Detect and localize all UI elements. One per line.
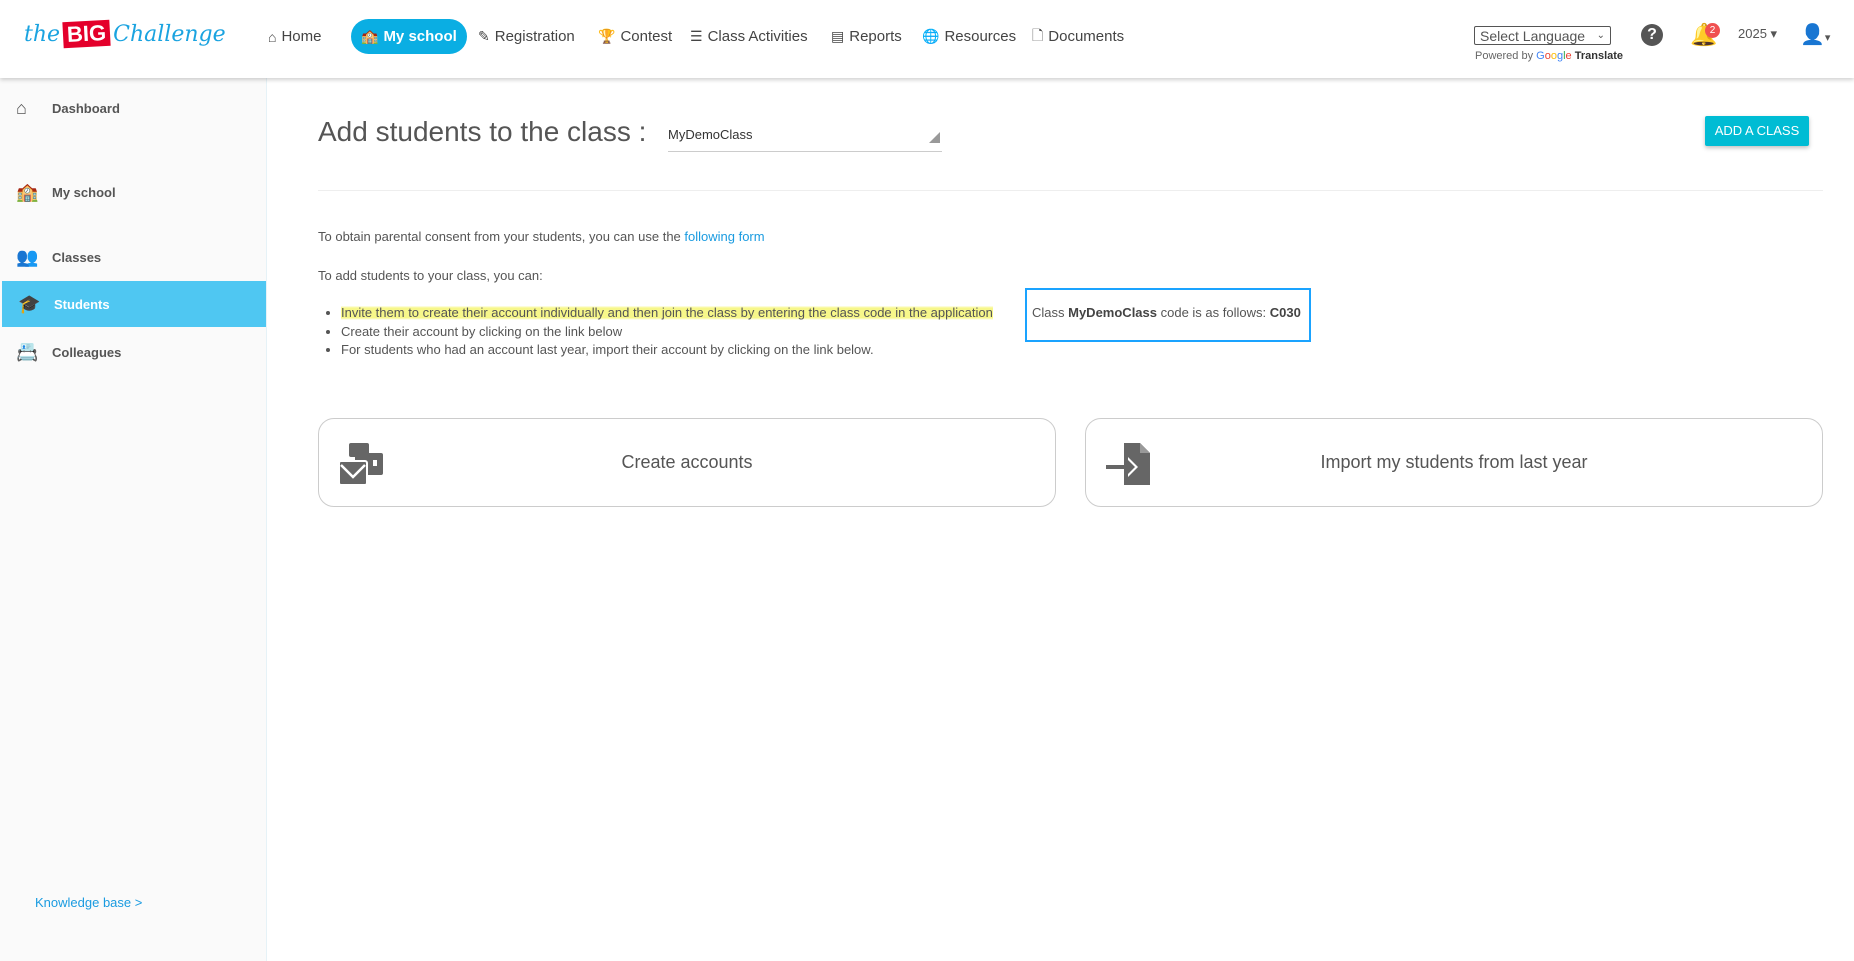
user-menu[interactable]: 👤▾ [1800,22,1830,47]
nav-registration[interactable]: ✎ Registration [478,19,575,54]
nav-documents[interactable]: 🗋 Documents [1032,19,1124,54]
list-item: For students who had an account last yea… [341,341,993,360]
list-icon: ☰ [690,28,703,44]
google-translate-attribution: Powered by Google Translate [1475,50,1624,62]
nav-my-school[interactable]: 🏫 My school [351,19,467,54]
sidebar-item-colleagues[interactable]: 📇 Colleagues [0,329,266,375]
address-book-icon: 📇 [16,341,39,362]
edit-icon: ✎ [478,28,490,44]
dropdown-arrow-icon [929,132,940,143]
notification-badge: 2 [1705,23,1720,38]
sidebar-item-my-school[interactable]: 🏫 My school [0,169,266,215]
list-item: Create their account by clicking on the … [341,323,993,342]
class-code: C030 [1269,305,1301,320]
language-select[interactable]: Select Language ⌄ [1474,26,1611,45]
add-class-button[interactable]: ADD A CLASS [1705,116,1809,146]
create-accounts-icon [339,443,383,485]
sidebar: ⌂ Dashboard 🏫 My school 👥 Classes 🎓 Students… [0,78,267,961]
trophy-icon: 🏆 [598,28,616,44]
year-dropdown[interactable]: 2025 ▾ [1738,26,1777,42]
nav-contest[interactable]: 🏆 Contest [598,19,672,54]
school-icon: 🏫 [361,28,379,44]
home-icon: ⌂ [268,28,277,45]
list-item: Invite them to create their account indi… [341,304,993,323]
user-icon: 👤 [1800,24,1825,46]
file-icon: ▤ [831,28,845,44]
nav-home[interactable]: ⌂ Home [268,19,321,54]
options-list: Invite them to create their account indi… [341,304,993,360]
big-challenge-logo[interactable]: the BIG Challenge [24,18,226,50]
graduate-icon: 🎓 [18,293,41,314]
nav-reports[interactable]: ▤ Reports [831,19,902,54]
consent-text: To obtain parental consent from your stu… [318,229,765,244]
knowledge-base-link[interactable]: Knowledge base > [35,895,142,910]
divider [318,190,1823,191]
top-header: the BIG Challenge ⌂ Home 🏫 My school ✎ Regist… [0,0,1854,78]
sidebar-item-classes[interactable]: 👥 Classes [0,234,266,280]
create-accounts-button[interactable]: Create accounts [318,418,1056,507]
class-select[interactable]: MyDemoClass [668,124,942,152]
following-form-link[interactable]: following form [684,229,764,244]
home-icon: ⌂ [16,97,27,118]
file-import-icon [1106,443,1150,485]
import-students-button[interactable]: Import my students from last year [1085,418,1823,507]
users-icon: 👥 [16,246,39,267]
globe-icon: 🌐 [922,28,940,44]
nav-resources[interactable]: 🌐 Resources [922,19,1016,54]
sidebar-item-students[interactable]: 🎓 Students [2,281,266,327]
nav-class-activities[interactable]: ☰ Class Activities [690,19,808,54]
school-icon: 🏫 [16,181,39,202]
intro-text: To add students to your class, you can: [318,268,543,283]
chevron-down-icon: ⌄ [1596,30,1605,41]
help-icon[interactable]: ? [1641,24,1663,46]
sidebar-item-dashboard[interactable]: ⌂ Dashboard [0,85,266,131]
class-code-box: Class MyDemoClass code is as follows: C0… [1025,288,1311,342]
pdf-icon: 🗋 [1032,26,1044,43]
page-title: Add students to the class : [318,116,647,147]
